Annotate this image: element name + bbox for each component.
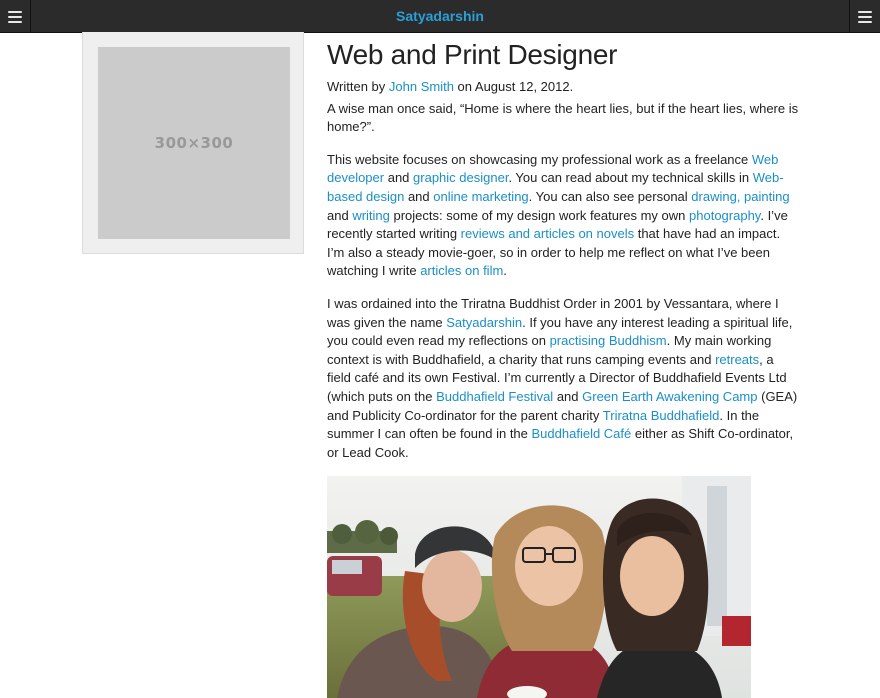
link-buddhafield-cafe[interactable]: Buddhafield Café	[532, 426, 632, 441]
link-graphic-designer[interactable]: graphic designer	[413, 170, 508, 185]
text: and	[553, 388, 583, 404]
text: .	[503, 263, 507, 279]
article-content: Web and Print Designer Written by John S…	[327, 32, 799, 698]
author-link[interactable]: John Smith	[389, 79, 454, 94]
left-menu-button[interactable]	[0, 0, 31, 32]
link-articles-on-film[interactable]: articles on film	[420, 263, 503, 278]
link-writing[interactable]: writing	[352, 208, 390, 223]
text: This website focuses on showcasing my pr…	[327, 151, 752, 167]
thumbnail-placeholder-image: 300×300	[98, 47, 290, 239]
site-title: Satyadarshin	[0, 0, 880, 32]
right-menu-button[interactable]	[849, 0, 880, 32]
group-photo	[327, 476, 751, 698]
link-satyadarshin[interactable]: Satyadarshin	[446, 315, 522, 330]
paragraph-work: This website focuses on showcasing my pr…	[327, 151, 799, 281]
link-triratna-buddhafield[interactable]: Triratna Buddhafield	[603, 408, 720, 423]
link-photography[interactable]: photography	[689, 208, 760, 223]
thumbnail-panel: 300×300	[82, 32, 304, 254]
site-title-link[interactable]: Satyadarshin	[396, 8, 484, 24]
link-buddhafield-festival[interactable]: Buddhafield Festival	[436, 389, 553, 404]
photo-illustration	[327, 476, 751, 698]
intro-paragraph: A wise man once said, “Home is where the…	[327, 100, 799, 135]
link-retreats[interactable]: retreats	[715, 352, 759, 367]
text: . You can read about my technical skills…	[508, 170, 753, 186]
text: and	[327, 207, 353, 223]
byline-prefix: Written by	[327, 79, 389, 94]
hamburger-menu-icon	[858, 10, 872, 23]
link-online-marketing[interactable]: online marketing	[433, 189, 528, 204]
text: . You can also see personal	[528, 188, 692, 204]
hamburger-menu-icon	[8, 10, 22, 23]
byline: Written by John Smith on August 12, 2012…	[327, 78, 799, 97]
text: and	[404, 188, 434, 204]
text: projects: some of my design work feature…	[389, 207, 690, 223]
link-practising-buddhism[interactable]: practising Buddhism	[550, 333, 667, 348]
top-bar: Satyadarshin	[0, 0, 880, 33]
link-green-earth-awakening-camp[interactable]: Green Earth Awakening Camp	[582, 389, 757, 404]
paragraph-buddhism: I was ordained into the Triratna Buddhis…	[327, 295, 799, 462]
page-title: Web and Print Designer	[327, 39, 618, 70]
byline-date: on August 12, 2012.	[453, 79, 574, 94]
text: and	[384, 170, 414, 186]
link-drawing-painting[interactable]: drawing, painting	[691, 189, 789, 204]
link-reviews-novels[interactable]: reviews and articles on novels	[461, 226, 634, 241]
